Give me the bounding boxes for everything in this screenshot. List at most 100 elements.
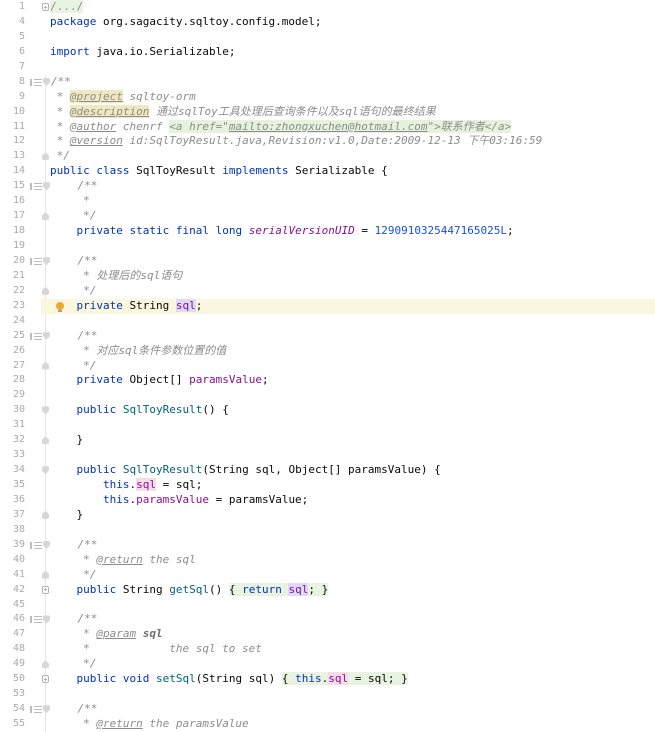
gutter-line-number[interactable]: 41 bbox=[0, 567, 28, 583]
code-text[interactable] bbox=[50, 448, 655, 463]
gutter-line-number[interactable]: 26 bbox=[0, 343, 28, 359]
gutter-line-number[interactable]: 30 bbox=[0, 403, 28, 419]
render-doc-icon[interactable] bbox=[30, 332, 42, 340]
code-text[interactable]: this.paramsValue = paramsValue; bbox=[50, 493, 655, 508]
code-line[interactable]: 49 */ bbox=[0, 657, 655, 673]
fold-marker-end[interactable] bbox=[42, 436, 49, 445]
gutter-line-number[interactable]: 31 bbox=[0, 418, 28, 434]
fold-marker-start[interactable] bbox=[43, 77, 50, 86]
code-line[interactable]: 50 public void setSql(String sql) { this… bbox=[0, 672, 655, 688]
gutter-line-number[interactable]: 40 bbox=[0, 552, 28, 568]
code-line[interactable]: 48 * the sql to set bbox=[0, 642, 655, 658]
code-line[interactable]: 35 this.sql = sql; bbox=[0, 478, 655, 493]
code-text[interactable]: public SqlToyResult(String sql, Object[]… bbox=[50, 463, 655, 478]
code-text[interactable] bbox=[50, 523, 655, 538]
code-text[interactable]: import java.io.Serializable; bbox=[50, 45, 655, 60]
gutter-line-number[interactable]: 37 bbox=[0, 507, 28, 523]
code-text[interactable]: * @return the sql bbox=[50, 553, 655, 568]
gutter-line-number[interactable]: 36 bbox=[0, 492, 28, 508]
code-line[interactable]: 24 bbox=[0, 313, 655, 329]
code-text[interactable] bbox=[50, 687, 655, 702]
code-line[interactable]: 36 this.paramsValue = paramsValue; bbox=[0, 492, 655, 508]
fold-marker-start[interactable] bbox=[43, 256, 50, 265]
code-text[interactable] bbox=[50, 418, 655, 433]
code-line[interactable]: 53 bbox=[0, 687, 655, 703]
gutter-line-number[interactable]: 1 bbox=[0, 0, 28, 15]
gutter-line-number[interactable]: 6 bbox=[0, 44, 28, 60]
code-line[interactable]: 33 bbox=[0, 448, 655, 464]
code-text[interactable]: /** bbox=[51, 538, 655, 553]
code-line[interactable]: 14 public class SqlToyResult implements S… bbox=[0, 164, 655, 180]
code-text[interactable]: public SqlToyResult() { bbox=[50, 403, 655, 418]
fold-marker-start[interactable] bbox=[43, 182, 50, 191]
code-text[interactable]: /** bbox=[51, 702, 655, 717]
fold-marker-plus[interactable] bbox=[42, 675, 49, 684]
code-line[interactable]: 45 bbox=[0, 597, 655, 613]
code-line[interactable]: 20 /** bbox=[0, 253, 655, 269]
gutter-line-number[interactable]: 10 bbox=[0, 104, 28, 120]
code-text[interactable] bbox=[50, 314, 655, 329]
fold-marker-end[interactable] bbox=[42, 152, 49, 161]
code-line[interactable]: 26 * 对应sql条件参数位置的值 bbox=[0, 343, 655, 359]
code-line[interactable]: 54 /** bbox=[0, 702, 655, 717]
code-line[interactable]: 6 import java.io.Serializable; bbox=[0, 44, 655, 60]
fold-marker-start[interactable] bbox=[42, 406, 49, 415]
gutter-line-number[interactable]: 4 bbox=[0, 14, 28, 30]
render-doc-icon[interactable] bbox=[30, 257, 42, 265]
code-line[interactable]: 25 /** bbox=[0, 328, 655, 344]
fold-marker-end[interactable] bbox=[42, 212, 49, 221]
code-line[interactable]: 37 } bbox=[0, 507, 655, 523]
gutter-line-number[interactable]: 48 bbox=[0, 642, 28, 658]
code-line[interactable]: 29 bbox=[0, 388, 655, 404]
code-text[interactable] bbox=[50, 30, 655, 45]
code-line[interactable]: 40 * @return the sql bbox=[0, 552, 655, 568]
gutter-line-number[interactable]: 19 bbox=[0, 239, 28, 254]
gutter-line-number[interactable]: 33 bbox=[0, 448, 28, 464]
code-line[interactable]: 39 /** bbox=[0, 537, 655, 553]
fold-marker-start[interactable] bbox=[43, 331, 50, 340]
code-line[interactable]: 34 public SqlToyResult(String sql, Objec… bbox=[0, 463, 655, 478]
lightbulb-icon[interactable] bbox=[56, 301, 64, 313]
gutter-line-number[interactable]: 16 bbox=[0, 194, 28, 210]
gutter-line-number[interactable]: 9 bbox=[0, 89, 28, 105]
code-text[interactable]: */ bbox=[50, 284, 655, 299]
code-line[interactable]: 9 * @project sqltoy-orm bbox=[0, 89, 655, 105]
code-text[interactable]: * @description 通过sqlToy工具处理后查询条件以及sql语句的… bbox=[50, 104, 655, 120]
code-line[interactable]: 17 */ bbox=[0, 209, 655, 225]
gutter-line-number[interactable]: 38 bbox=[0, 522, 28, 538]
code-text[interactable]: } bbox=[50, 508, 655, 523]
code-line[interactable]: 18 private static final long serialVersi… bbox=[0, 224, 655, 239]
gutter-line-number[interactable]: 53 bbox=[0, 687, 28, 703]
code-line[interactable]: 30 public SqlToyResult() { bbox=[0, 403, 655, 419]
code-text[interactable]: * @project sqltoy-orm bbox=[50, 89, 655, 105]
code-text[interactable]: * @version id:SqlToyResult.java,Revision… bbox=[50, 134, 655, 149]
fold-marker-plus[interactable] bbox=[42, 585, 49, 594]
code-text[interactable]: } bbox=[50, 433, 655, 448]
code-line[interactable]: 42 public String getSql() { return sql; … bbox=[0, 582, 655, 598]
gutter-line-number[interactable]: 55 bbox=[0, 717, 28, 732]
code-text[interactable]: /** bbox=[51, 179, 655, 194]
fold-marker-end[interactable] bbox=[42, 570, 49, 579]
code-text[interactable]: * the sql to set bbox=[50, 642, 655, 657]
code-text[interactable]: public String getSql() { return sql; } bbox=[50, 582, 655, 598]
code-line[interactable]: 46 /** bbox=[0, 612, 655, 628]
code-text[interactable]: public void setSql(String sql) { this.sq… bbox=[50, 672, 655, 687]
fold-marker-start[interactable] bbox=[43, 615, 50, 624]
code-text[interactable]: * @param sql bbox=[50, 627, 655, 642]
code-text[interactable]: private Object[] paramsValue; bbox=[50, 373, 655, 388]
gutter-line-number[interactable]: 17 bbox=[0, 209, 28, 225]
gutter-line-number[interactable]: 49 bbox=[0, 657, 28, 673]
code-text[interactable]: /** bbox=[51, 612, 655, 627]
code-line[interactable]: 13 */ bbox=[0, 149, 655, 165]
gutter-line-number[interactable]: 15 bbox=[0, 179, 28, 195]
code-line[interactable]: 5 bbox=[0, 29, 655, 45]
fold-marker-end[interactable] bbox=[42, 286, 49, 295]
gutter-line-number[interactable]: 45 bbox=[0, 597, 28, 613]
gutter-line-number[interactable]: 23 bbox=[0, 298, 28, 314]
code-text[interactable]: package org.sagacity.sqltoy.config.model… bbox=[50, 15, 655, 30]
gutter-line-number[interactable]: 50 bbox=[0, 672, 28, 688]
code-line[interactable]: 47 * @param sql bbox=[0, 627, 655, 643]
gutter-line-number[interactable]: 28 bbox=[0, 373, 28, 389]
gutter-line-number[interactable]: 7 bbox=[0, 59, 28, 75]
code-line[interactable]: 19 bbox=[0, 239, 655, 254]
